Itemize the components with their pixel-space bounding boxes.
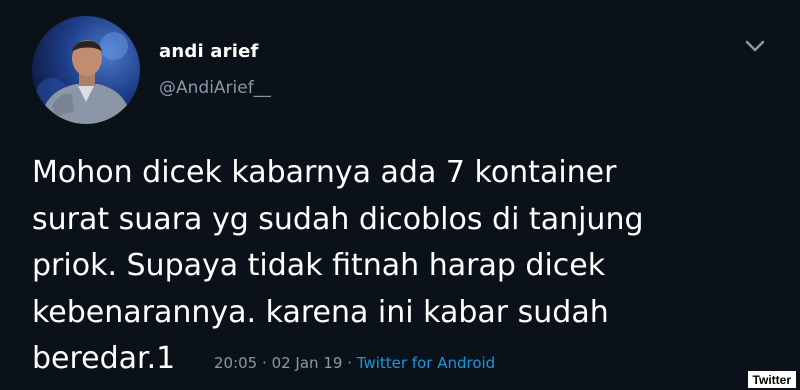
meta-separator: · (347, 354, 352, 372)
watermark-label: Twitter (747, 371, 796, 388)
tweet-time[interactable]: 20:05 (214, 354, 257, 372)
tweet-text-line: surat suara yg sudah dicoblos di tanjung (32, 201, 644, 237)
tweet-meta: 20:05 · 02 Jan 19 · Twitter for Android (214, 354, 495, 372)
meta-separator: · (262, 354, 267, 372)
avatar[interactable] (32, 16, 140, 124)
tweet-text-line: priok. Supaya tidak fitnah harap dicek (32, 248, 606, 283)
tweet-date[interactable]: 02 Jan 19 (272, 354, 343, 372)
tweet-text: Mohon dicek kabarnya ada 7 kontainer sur… (32, 150, 752, 383)
tweet-text-line: kebenarannya. karena ini kabar sudah (32, 294, 609, 330)
chevron-down-icon[interactable] (741, 36, 769, 56)
user-handle[interactable]: @AndiArief__ (159, 78, 271, 98)
tweet-text-line: Mohon dicek kabarnya ada 7 kontainer (32, 155, 617, 190)
display-name[interactable]: andi arief (159, 41, 259, 62)
tweet-source-link[interactable]: Twitter for Android (357, 354, 495, 372)
avatar-image (32, 16, 140, 124)
tweet-card: andi arief @AndiArief__ Mohon dicek kaba… (0, 0, 800, 390)
